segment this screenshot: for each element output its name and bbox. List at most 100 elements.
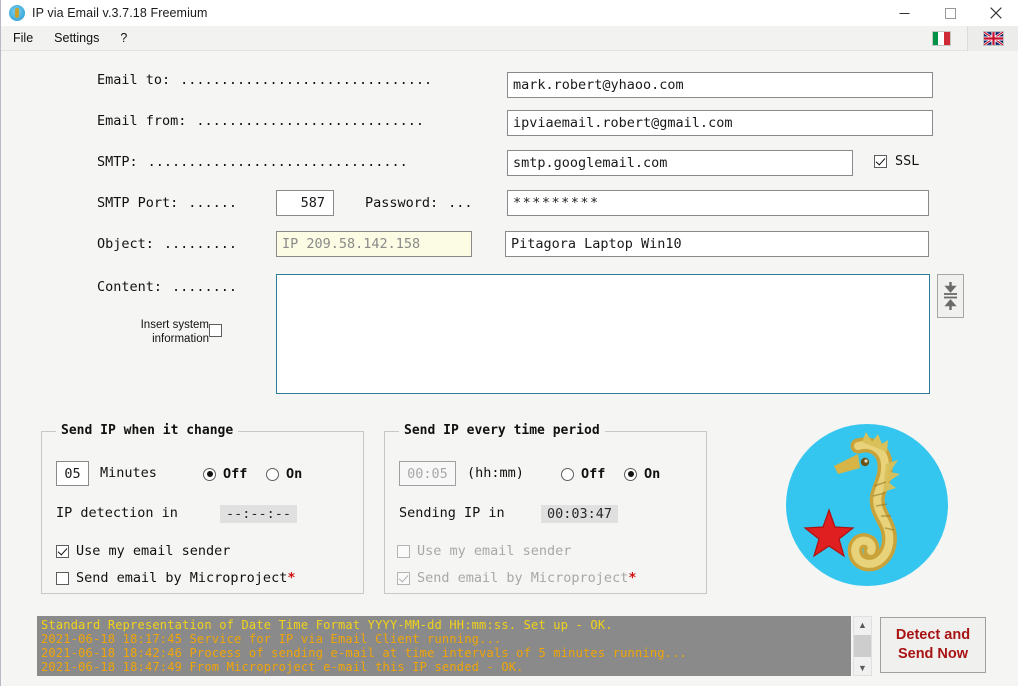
period-input[interactable] [399,461,456,486]
minimize-button[interactable] [881,0,927,26]
uk-flag-button[interactable] [967,26,1018,51]
object-label: Object: [97,236,154,252]
seahorse-logo [786,424,948,586]
group-send-ip-every-period-title: Send IP every time period [399,423,605,438]
insert-system-info-label-line1: Insert system [140,319,209,331]
password-leader: ... [448,195,473,211]
insert-system-info-checkbox[interactable] [209,324,222,337]
ssl-checkbox-row[interactable]: SSL [874,153,919,169]
ip-detection-value: --:--:-- [220,505,298,523]
change-off-label: Off [223,466,248,482]
change-on-radio[interactable] [266,467,279,481]
menu-item-file[interactable]: File [4,28,42,48]
application-window: IP via Email v.3.7.18 Freemium File Sett… [0,0,1018,686]
field-row-smtp: SMTP: ................................ [97,154,408,170]
detect-button-line1: Detect and [895,627,971,643]
collapse-expand-button[interactable] [937,274,964,318]
log-line: 2021-06-18 18:42:46 Process of sending e… [41,646,687,660]
content-leader: ........ [172,279,238,295]
email-to-label: Email to: [97,72,171,88]
period-microproject-row[interactable]: Send email by Microproject * [397,570,636,586]
email-to-leader: ............................... [180,72,433,88]
smtp-leader: ................................ [147,154,408,170]
content-textarea[interactable] [276,274,930,394]
window-controls [881,0,1018,26]
uk-flag-icon [984,32,1003,45]
field-row-password: Password: ... [365,195,473,211]
app-icon [9,5,25,21]
smtp-label: SMTP: [97,154,138,170]
period-use-sender-row[interactable]: Use my email sender [397,543,571,559]
change-off-radio[interactable] [203,467,216,481]
period-use-my-email-sender-checkbox[interactable] [397,544,410,558]
period-on-label: On [644,466,661,482]
period-off-label: Off [581,466,606,482]
language-flags [915,26,1018,51]
field-row-email-to: Email to: ..............................… [97,72,432,88]
minutes-label: Minutes [100,465,157,481]
sending-ip-label: Sending IP in [399,505,505,521]
window-title: IP via Email v.3.7.18 Freemium [32,6,208,20]
field-row-object: Object: ......... [97,236,237,252]
object-leader: ......... [163,236,238,252]
period-send-by-microproject-label: Send email by Microproject [417,570,629,586]
insert-system-info-label-group: Insert system information [123,318,209,346]
object-ip-input[interactable] [276,231,472,257]
email-from-leader: ............................ [196,113,424,129]
period-microproject-asterisk: * [628,570,637,586]
log-output[interactable]: Standard Representation of Date Time For… [37,616,851,676]
detect-and-send-now-button[interactable]: Detect and Send Now [880,617,986,673]
minutes-input[interactable] [56,461,89,486]
menu-bar: File Settings ? [1,26,1018,51]
italian-flag-button[interactable] [915,26,967,51]
ssl-checkbox[interactable] [874,154,887,168]
smtp-port-label: SMTP Port: [97,195,179,211]
content-label: Content: [97,279,163,295]
period-on-radio-row[interactable]: On [624,466,660,482]
field-row-smtp-port: SMTP Port: ...... [97,195,237,211]
change-on-label: On [286,466,303,482]
period-send-by-microproject-checkbox[interactable] [397,571,410,585]
period-format-label: (hh:mm) [467,465,524,481]
close-button[interactable] [973,0,1018,26]
log-scrollbar[interactable]: ▲ ▼ [853,616,872,676]
scroll-up-icon[interactable]: ▲ [858,617,867,632]
italian-flag-icon [932,32,950,45]
insert-system-info-label-line2: information [152,333,209,345]
field-row-email-from: Email from: ............................ [97,113,424,129]
title-bar: IP via Email v.3.7.18 Freemium [1,0,1018,26]
change-off-radio-row[interactable]: Off [203,466,247,482]
password-input[interactable] [507,190,929,216]
period-off-radio-row[interactable]: Off [561,466,605,482]
email-to-input[interactable] [507,72,933,98]
smtp-input[interactable] [507,150,853,176]
sending-ip-value: 00:03:47 [541,505,619,523]
log-line: 2021-06-18 18:17:45 Service for IP via E… [41,632,502,646]
log-line: 2021-06-18 18:47:49 From Microproject e-… [41,660,524,674]
change-microproject-asterisk: * [287,570,296,586]
change-use-sender-row[interactable]: Use my email sender [56,543,230,559]
change-use-my-email-sender-label: Use my email sender [76,543,231,559]
smtp-port-input[interactable] [276,190,334,216]
change-send-by-microproject-checkbox[interactable] [56,571,69,585]
change-use-my-email-sender-checkbox[interactable] [56,544,69,558]
ssl-label: SSL [895,153,920,169]
change-microproject-row[interactable]: Send email by Microproject * [56,570,295,586]
collapse-expand-icon [944,282,957,310]
period-on-radio[interactable] [624,467,637,481]
detect-button-line2: Send Now [897,646,969,662]
object-subject-input[interactable] [505,231,929,257]
period-use-my-email-sender-label: Use my email sender [417,543,572,559]
menu-item-help[interactable]: ? [111,28,136,48]
smtp-port-leader: ...... [188,195,238,211]
period-off-radio[interactable] [561,467,574,481]
maximize-button[interactable] [927,0,973,26]
change-on-radio-row[interactable]: On [266,466,302,482]
menu-item-settings[interactable]: Settings [45,28,108,48]
seahorse-icon [803,432,900,572]
group-send-ip-when-change-title: Send IP when it change [56,423,239,438]
email-from-input[interactable] [507,110,933,136]
scroll-down-icon[interactable]: ▼ [858,660,867,675]
change-send-by-microproject-label: Send email by Microproject [76,570,288,586]
scrollbar-thumb[interactable] [854,635,871,657]
